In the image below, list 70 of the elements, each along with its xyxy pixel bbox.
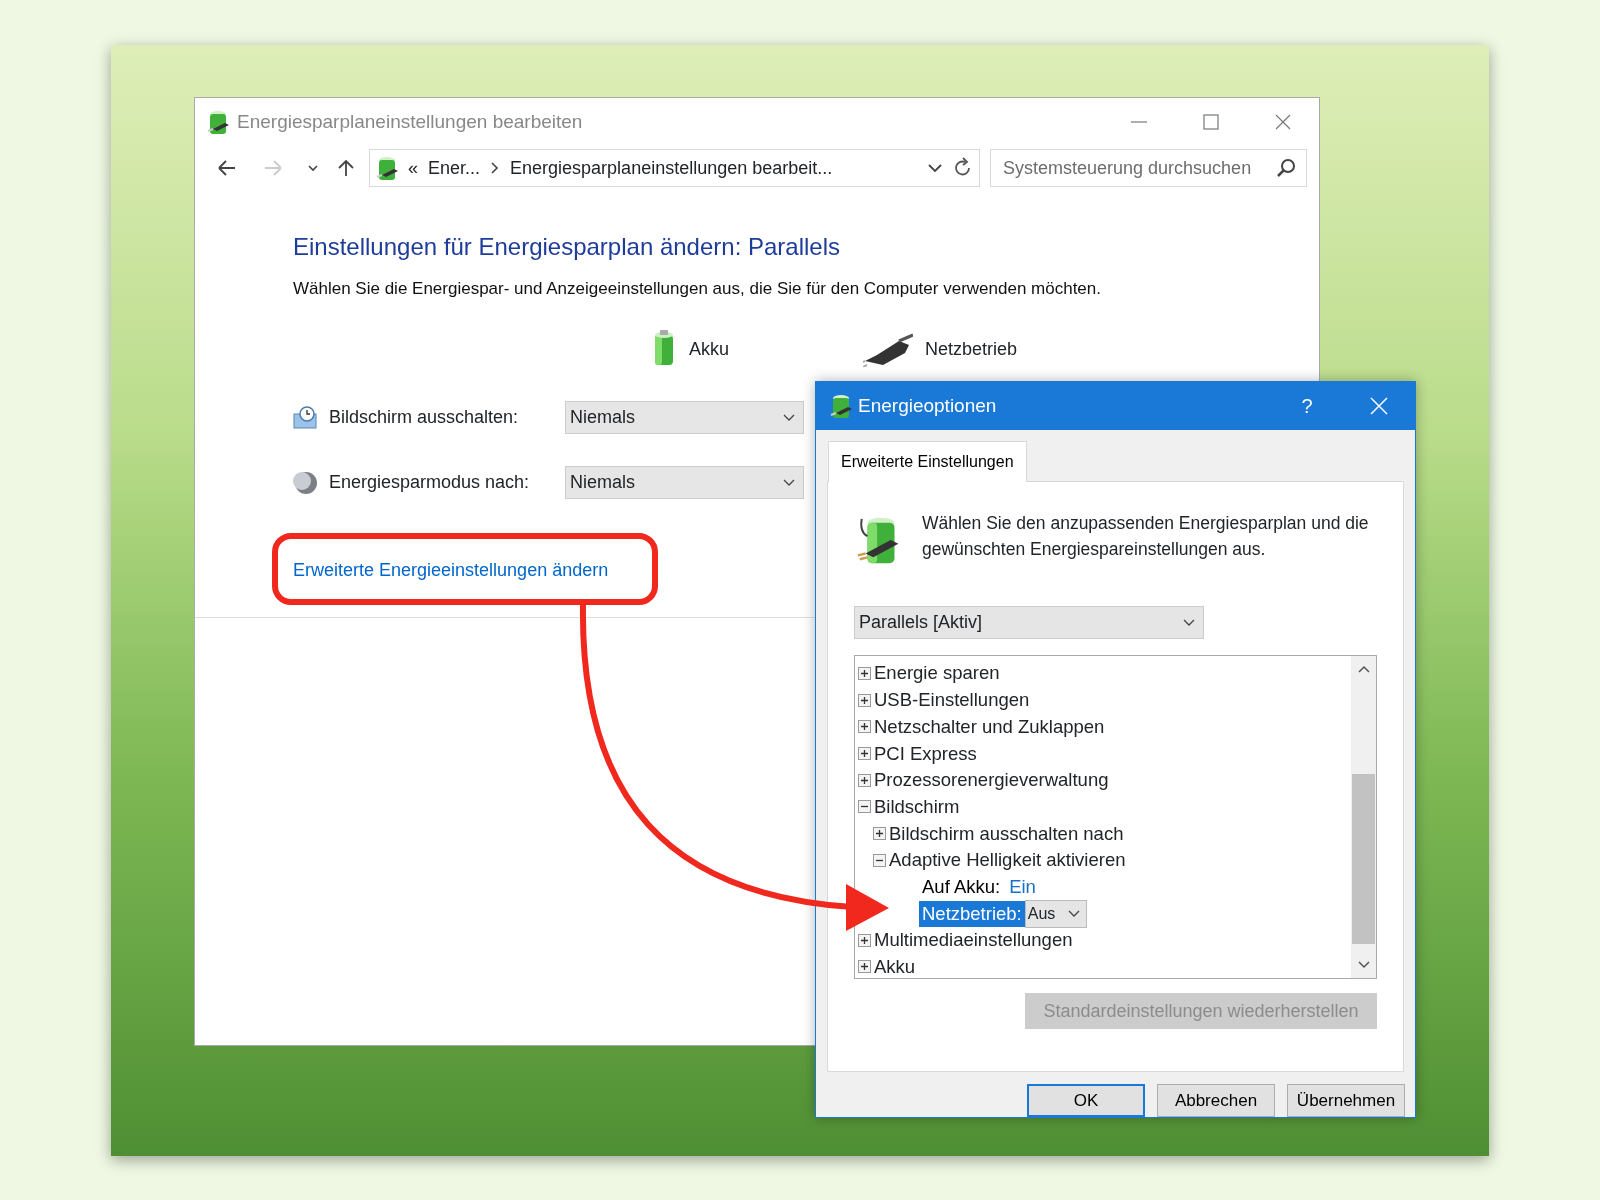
tree-item[interactable]: Bildschirm ausschalten nach <box>889 819 1124 848</box>
setting-label: Bildschirm ausschalten: <box>329 406 519 430</box>
search-field[interactable]: Systemsteuerung durchsuchen <box>990 149 1307 187</box>
setting-value-link[interactable]: Ein <box>1009 872 1036 901</box>
scrollbar[interactable] <box>1351 656 1376 978</box>
collapse-icon[interactable] <box>858 800 871 814</box>
breadcrumb-separator[interactable]: « <box>408 154 418 182</box>
power-plan-icon <box>374 155 398 181</box>
back-icon <box>217 159 237 177</box>
column-label: Netzbetrieb <box>924 337 1018 361</box>
dialog-title: Energieoptionen <box>858 393 997 418</box>
expand-icon[interactable] <box>858 666 871 680</box>
caret-icon <box>1183 618 1195 627</box>
intro-text: Wählen Sie den anzupassenden Energiesparplan und die gewünschten Energiespareinstellungen aus. <box>922 512 1370 562</box>
setting-label: Energiesparmodus nach: <box>329 471 530 495</box>
collapse-icon[interactable] <box>873 853 886 867</box>
close-icon <box>1370 397 1388 415</box>
forward-icon <box>263 159 283 177</box>
monitor-clock-icon <box>293 405 319 430</box>
help-button[interactable]: ? <box>1271 390 1343 422</box>
window-title: Energiesparplaneinstellungen bearbeiten <box>237 109 583 134</box>
expand-icon[interactable] <box>858 720 871 734</box>
setting-label[interactable]: Netzbetrieb: <box>919 900 1025 927</box>
value-dropdown[interactable]: Niemals <box>565 466 804 500</box>
tree-item[interactable]: Adaptive Helligkeit aktivieren <box>889 846 1126 875</box>
power-plan-icon <box>205 109 229 135</box>
tree-item[interactable]: Akku <box>874 953 916 978</box>
plug-icon <box>862 331 913 368</box>
plan-dropdown[interactable]: Parallels [Aktiv] <box>854 606 1204 639</box>
tree-item[interactable]: USB-Einstellungen <box>874 686 1030 714</box>
expand-icon[interactable] <box>858 746 871 760</box>
caret-icon <box>1067 909 1080 918</box>
close-icon <box>1275 114 1291 130</box>
dialog-button[interactable]: Übernehmen <box>1287 1084 1405 1117</box>
expand-icon[interactable] <box>858 960 871 974</box>
value-dropdown[interactable]: Niemals <box>565 401 804 435</box>
moon-icon <box>293 469 319 496</box>
tree-item[interactable]: Netzschalter und Zuklappen <box>874 712 1105 741</box>
expand-icon[interactable] <box>873 826 886 840</box>
page-heading: Einstellungen für Energiesparplan ändern: Parallels <box>293 233 841 262</box>
address-bar[interactable]: « Ener... Energiesparplaneinstellungen bearbeit... <box>369 149 980 187</box>
tab[interactable]: Erweiterte Einstellungen <box>828 441 1027 482</box>
up-icon <box>337 159 355 177</box>
value-dropdown[interactable]: Aus <box>1024 899 1087 928</box>
column-label: Akku <box>689 337 729 361</box>
minimize-icon <box>1131 121 1147 123</box>
dialog-button[interactable]: OK <box>1027 1084 1145 1117</box>
scroll-up-icon[interactable] <box>1357 664 1370 674</box>
breadcrumb[interactable]: Ener... <box>428 154 481 182</box>
caret-icon <box>783 478 795 487</box>
tree-item[interactable]: Prozessorenergieverwaltung <box>874 766 1109 794</box>
tree-item[interactable]: Energie sparen <box>874 659 1000 688</box>
chevron-icon <box>490 161 501 175</box>
description-text: Wählen Sie die Energiespar- und Anzeigeeinstellungen aus, die Sie für den Computer verwenden möchten. <box>293 277 1102 300</box>
search-icon <box>1276 158 1296 178</box>
tree-item[interactable]: Bildschirm <box>874 792 960 821</box>
maximize-icon <box>1203 114 1219 130</box>
advanced-settings-link[interactable]: Erweiterte Energieeinstellungen ändern <box>293 560 609 581</box>
expand-icon[interactable] <box>858 693 871 707</box>
setting-label[interactable]: Auf Akku: <box>919 873 1004 900</box>
tree-item[interactable]: Multimediaeinstellungen <box>874 926 1073 955</box>
dropdown-icon[interactable] <box>927 162 943 174</box>
tree-item[interactable]: PCI Express <box>874 739 977 768</box>
expand-icon[interactable] <box>858 933 871 947</box>
power-plan-icon <box>828 393 852 419</box>
dialog-button[interactable]: Abbrechen <box>1157 1084 1275 1117</box>
caret-icon <box>783 413 795 422</box>
scroll-down-icon[interactable] <box>1357 960 1370 970</box>
expand-icon[interactable] <box>858 773 871 787</box>
breadcrumb[interactable]: Energiesparplaneinstellungen bearbeit... <box>510 154 833 182</box>
